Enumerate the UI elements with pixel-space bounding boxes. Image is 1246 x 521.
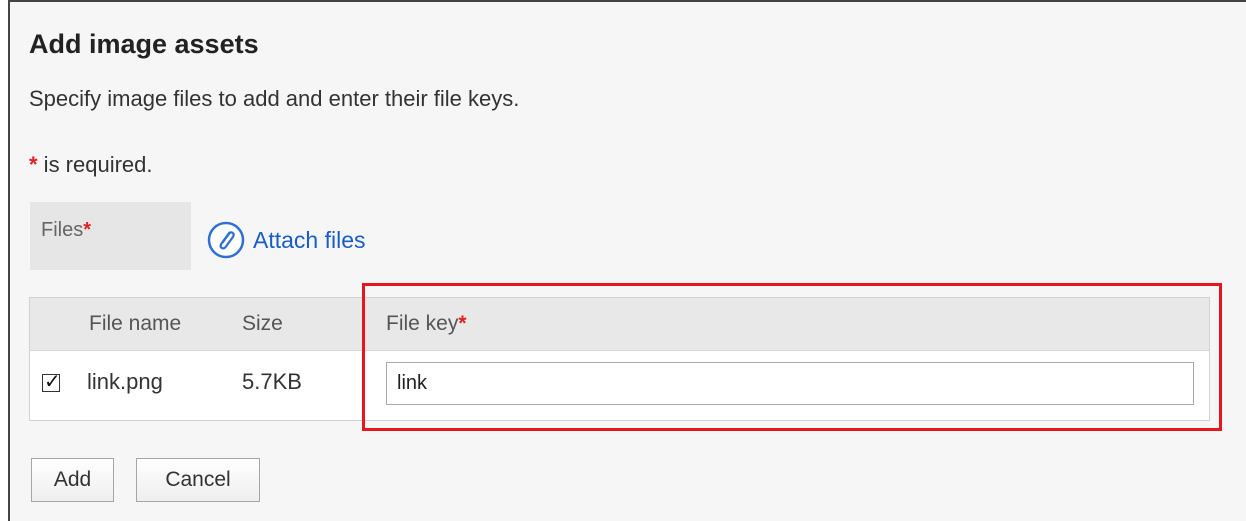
file-name-cell: link.png <box>87 369 163 394</box>
file-key-input[interactable] <box>386 362 1194 405</box>
files-required-star: * <box>83 219 92 241</box>
files-label: Files* <box>41 219 91 242</box>
attach-files-link[interactable]: Attach files <box>207 221 366 259</box>
add-button[interactable]: Add <box>31 458 114 502</box>
required-note-text: is required. <box>37 152 153 177</box>
column-header-file-key: File key* <box>386 312 467 336</box>
file-size-cell: 5.7KB <box>242 369 302 394</box>
required-note: * is required. <box>29 152 153 178</box>
required-star: * <box>29 152 38 177</box>
attach-files-label[interactable]: Attach files <box>253 227 366 254</box>
page-description: Specify image files to add and enter the… <box>29 86 520 111</box>
column-header-size: Size <box>242 312 283 335</box>
file-key-header-text: File key <box>386 312 459 335</box>
files-label-text: Files <box>41 219 84 241</box>
attached-files-table: File name Size File key* ✓ link.png 5.7K… <box>29 297 1210 421</box>
cancel-button[interactable]: Cancel <box>136 458 260 502</box>
check-mark-icon: ✓ <box>44 369 61 393</box>
paperclip-icon <box>207 221 245 259</box>
table-header: File name Size File key* <box>30 298 1209 351</box>
file-key-required-star: * <box>458 312 467 335</box>
file-select-checkbox[interactable]: ✓ <box>42 369 61 393</box>
column-header-file-name: File name <box>89 312 182 335</box>
files-label-cell: Files* <box>30 202 191 270</box>
page-title: Add image assets <box>29 29 259 59</box>
add-image-assets-panel: Add image assets Specify image files to … <box>8 0 1246 521</box>
table-row: ✓ link.png 5.7KB <box>30 351 1209 420</box>
